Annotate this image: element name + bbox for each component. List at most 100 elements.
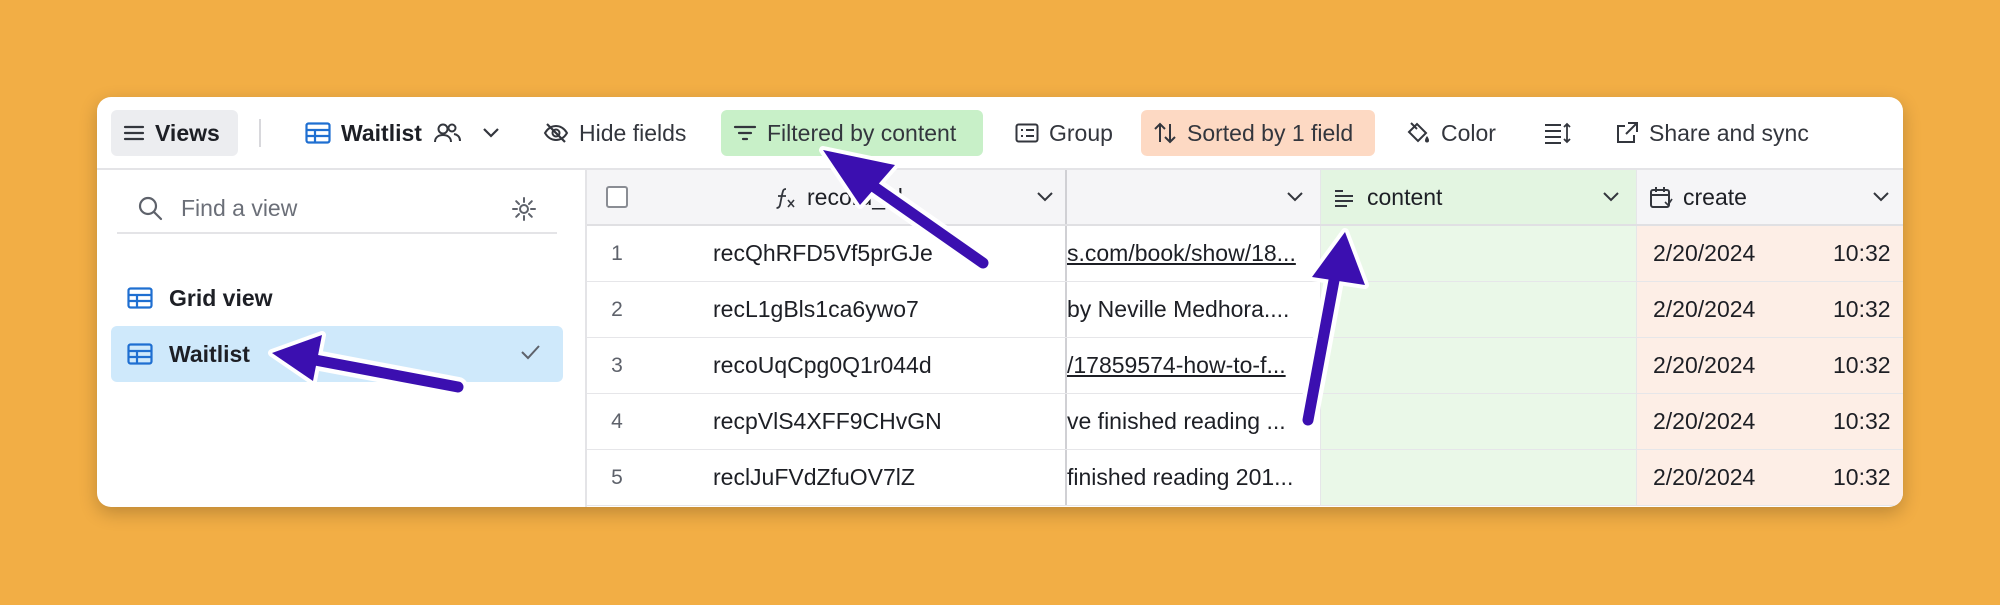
row-number: 3 [611, 353, 623, 377]
search-icon [138, 196, 163, 221]
column-header-source[interactable] [1067, 170, 1321, 224]
share-and-sync-button[interactable]: Share and sync [1603, 110, 1821, 156]
column-header-label: content [1367, 183, 1443, 210]
create-time: 10:32 [1833, 408, 1891, 434]
record-id-cell[interactable]: recL1gBls1ca6ywo7 [647, 282, 1067, 337]
create-time: 10:32 [1833, 464, 1891, 490]
row-number: 5 [611, 465, 623, 489]
chevron-down-icon[interactable] [1035, 190, 1055, 204]
source-cell[interactable]: ve finished reading ... [1067, 394, 1321, 449]
sidebar-item-label: Grid view [169, 284, 273, 311]
column-header-label: create [1683, 183, 1747, 210]
content-cell[interactable] [1321, 282, 1637, 337]
grid-icon [127, 343, 153, 365]
table-row[interactable]: 5 reclJuFVdZfuOV7lZ finished reading 201… [587, 450, 1903, 506]
views-button-label: Views [155, 119, 220, 146]
group-icon [1015, 123, 1039, 143]
color-label: Color [1441, 119, 1496, 146]
grid-header-row: record_id content create [587, 170, 1903, 226]
find-view-input[interactable] [179, 193, 483, 223]
record-id-cell[interactable]: recoUqCpg0Q1r044d [647, 338, 1067, 393]
source-cell[interactable]: s.com/book/show/18... [1067, 226, 1321, 281]
sidebar-item-waitlist[interactable]: Waitlist [111, 326, 563, 382]
grid-icon [305, 122, 331, 144]
row-height-button[interactable] [1531, 110, 1583, 156]
record-id-cell[interactable]: recpVlS4XFF9CHvGN [647, 394, 1067, 449]
create-date: 2/20/2024 [1653, 408, 1756, 434]
chevron-down-icon[interactable] [1601, 190, 1621, 204]
create-date: 2/20/2024 [1653, 352, 1756, 378]
filter-icon [733, 125, 757, 141]
chevron-down-icon[interactable] [1285, 190, 1305, 204]
create-cell[interactable]: 2/20/2024 10:32 [1637, 226, 1903, 281]
sidebar-item-grid-view[interactable]: Grid view [111, 270, 563, 326]
create-date: 2/20/2024 [1653, 296, 1756, 322]
current-view-selector[interactable]: Waitlist [293, 110, 514, 156]
record-id-cell[interactable]: recQhRFD5Vf5prGJe [647, 226, 1067, 281]
create-cell[interactable]: 2/20/2024 10:32 [1637, 394, 1903, 449]
calendar-icon [1650, 187, 1673, 208]
chevron-down-icon[interactable] [1871, 190, 1891, 204]
create-time: 10:32 [1833, 240, 1891, 266]
source-link[interactable]: /17859574-how-to-f... [1067, 352, 1303, 379]
long-text-icon [1335, 190, 1353, 207]
content-cell[interactable] [1321, 226, 1637, 281]
content-cell[interactable] [1321, 394, 1637, 449]
formula-icon [776, 188, 795, 209]
hide-fields-button[interactable]: Hide fields [531, 110, 698, 156]
gear-icon[interactable] [511, 196, 537, 222]
source-link[interactable]: s.com/book/show/18... [1067, 240, 1303, 267]
view-toolbar: Views Waitlist Hide fields Filtered by c… [97, 97, 1903, 170]
row-number: 1 [611, 241, 623, 265]
grid-icon [127, 287, 153, 309]
source-cell[interactable]: by Neville Medhora.... [1067, 282, 1321, 337]
paint-bucket-icon [1407, 122, 1429, 143]
row-number: 4 [611, 409, 623, 433]
table-row[interactable]: 3 recoUqCpg0Q1r044d /17859574-how-to-f..… [587, 338, 1903, 394]
records-grid: record_id content create 1 recQhRFD5Vf5p… [587, 170, 1903, 507]
column-header-label: record_id [807, 183, 903, 210]
table-row[interactable]: 1 recQhRFD5Vf5prGJe s.com/book/show/18..… [587, 226, 1903, 282]
create-cell[interactable]: 2/20/2024 10:32 [1637, 338, 1903, 393]
content-cell[interactable] [1321, 338, 1637, 393]
toolbar-divider [259, 119, 261, 147]
column-header-create[interactable]: create [1637, 170, 1903, 224]
filter-button[interactable]: Filtered by content [721, 110, 983, 156]
color-button[interactable]: Color [1393, 110, 1508, 156]
record-id-cell[interactable]: reclJuFVdZfuOV7lZ [647, 450, 1067, 505]
create-cell[interactable]: 2/20/2024 10:32 [1637, 282, 1903, 337]
group-button[interactable]: Group [1003, 110, 1125, 156]
current-view-name: Waitlist [341, 119, 422, 146]
sort-button[interactable]: Sorted by 1 field [1141, 110, 1375, 156]
source-cell[interactable]: /17859574-how-to-f... [1067, 338, 1321, 393]
content-cell[interactable] [1321, 450, 1637, 505]
chevron-down-icon[interactable] [480, 126, 502, 140]
collaborative-users-icon [433, 123, 461, 143]
app-window: Views Waitlist Hide fields Filtered by c… [97, 97, 1903, 507]
sort-label: Sorted by 1 field [1187, 119, 1354, 146]
hide-fields-label: Hide fields [579, 119, 687, 146]
menu-icon [123, 125, 145, 141]
views-button[interactable]: Views [111, 110, 238, 156]
row-height-icon [1545, 122, 1571, 144]
table-row[interactable]: 2 recL1gBls1ca6ywo7 by Neville Medhora..… [587, 282, 1903, 338]
source-text: by Neville Medhora.... [1067, 296, 1290, 322]
create-date: 2/20/2024 [1653, 240, 1756, 266]
select-all-cell[interactable] [587, 170, 647, 224]
table-row[interactable]: 4 recpVlS4XFF9CHvGN ve finished reading … [587, 394, 1903, 450]
source-cell[interactable]: finished reading 201... [1067, 450, 1321, 505]
views-sidebar: Grid view Waitlist [97, 170, 587, 507]
external-link-icon [1617, 122, 1638, 143]
column-header-record-id[interactable]: record_id [647, 170, 1067, 224]
create-time: 10:32 [1833, 352, 1891, 378]
source-text: finished reading 201... [1067, 464, 1294, 490]
sidebar-item-label: Waitlist [169, 340, 250, 367]
create-cell[interactable]: 2/20/2024 10:32 [1637, 450, 1903, 505]
eye-slash-icon [543, 123, 569, 143]
create-date: 2/20/2024 [1653, 464, 1756, 490]
row-number: 2 [611, 297, 623, 321]
source-text: ve finished reading ... [1067, 408, 1286, 434]
column-header-content[interactable]: content [1321, 170, 1637, 224]
select-all-checkbox[interactable] [606, 186, 628, 208]
group-label: Group [1049, 119, 1113, 146]
